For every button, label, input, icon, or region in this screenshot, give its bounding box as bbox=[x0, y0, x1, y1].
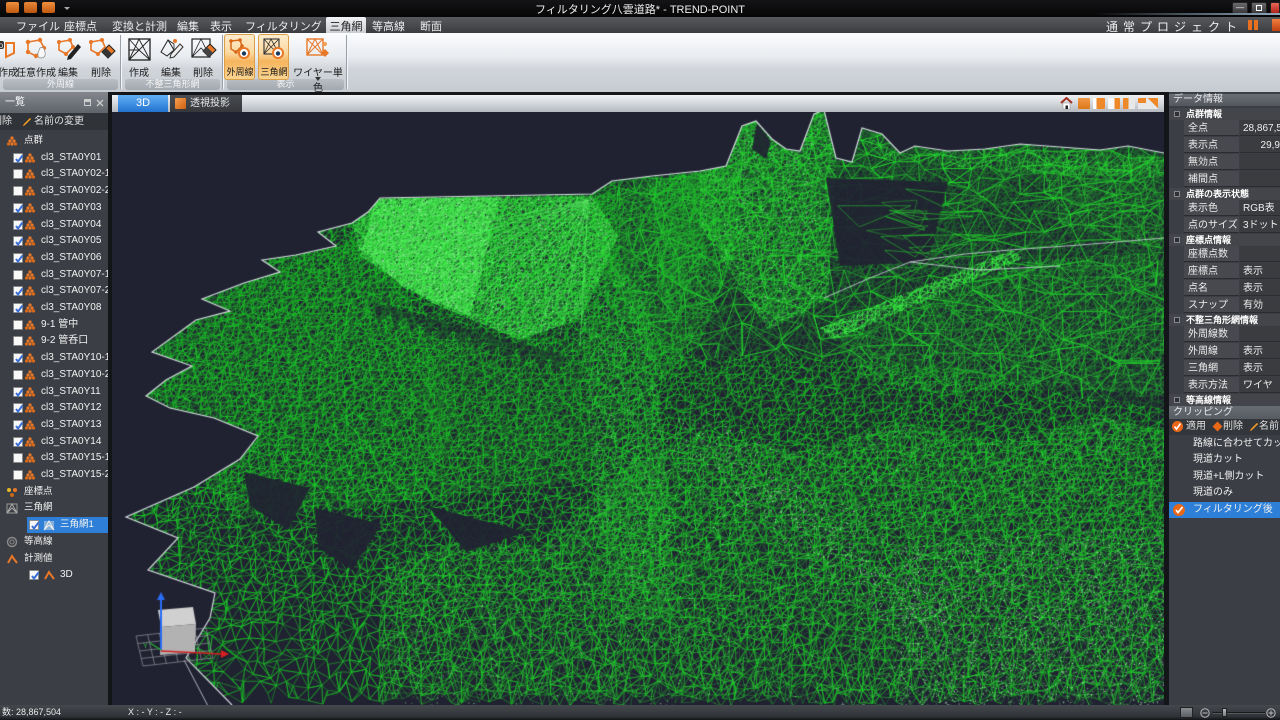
svg-text:TO: TO bbox=[0, 44, 4, 50]
